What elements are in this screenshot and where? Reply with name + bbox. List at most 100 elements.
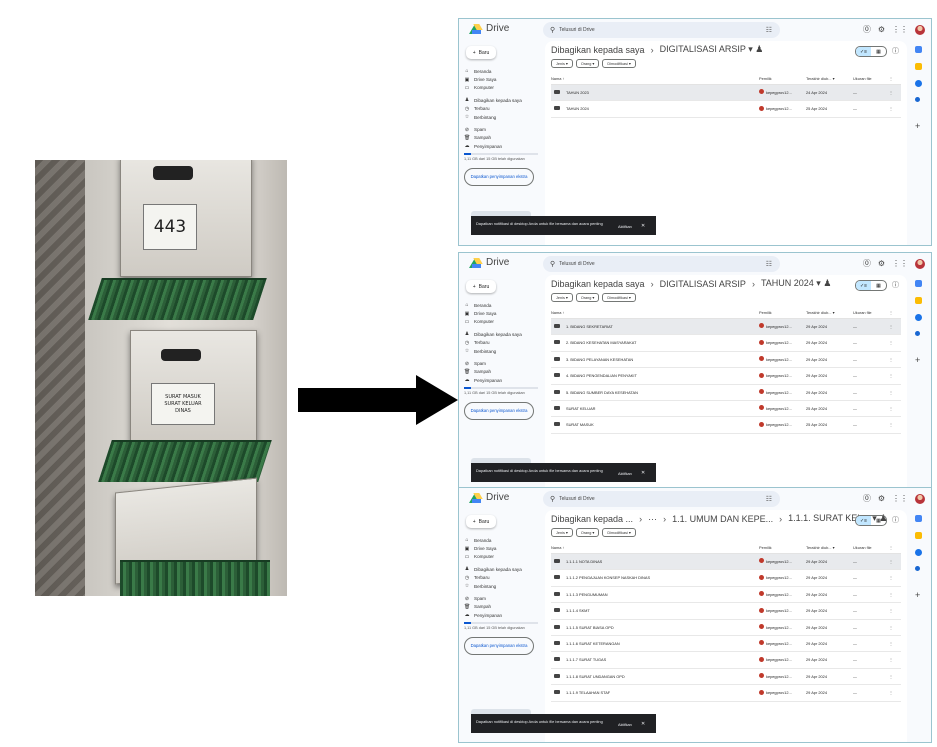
column-name[interactable]: Nama ↑ <box>551 545 564 550</box>
filter-chip[interactable]: Dimodifikasi ▾ <box>602 59 636 68</box>
calendar-icon[interactable] <box>915 515 922 522</box>
extra-storage-button[interactable]: Dapatkan penyimpanan ekstra <box>464 167 534 186</box>
list-view-icon[interactable]: ✓≡ <box>856 47 871 56</box>
search-input[interactable]: ⚲ Telusuri di Drive ☷ <box>543 491 780 507</box>
contacts-icon[interactable] <box>915 331 920 336</box>
keep-icon[interactable] <box>915 297 922 304</box>
more-actions-icon[interactable]: ⋮ <box>889 357 893 362</box>
breadcrumb-item[interactable]: 1.1. UMUM DAN KEPE... <box>672 514 773 524</box>
breadcrumb-item[interactable]: Dibagikan kepada saya <box>551 279 645 289</box>
drive-logo[interactable]: Drive <box>469 492 509 503</box>
drive-logo[interactable]: Drive <box>469 23 509 34</box>
toast-enable-button[interactable]: Aktifkan <box>618 471 632 476</box>
column-size[interactable]: Ukuran file <box>853 545 872 550</box>
calendar-icon[interactable] <box>915 46 922 53</box>
filter-chip[interactable]: Jenis ▾ <box>551 293 573 302</box>
sidebar-item-computer[interactable]: ▭ Komputer <box>464 318 544 326</box>
filter-chip[interactable]: Dimodifikasi ▾ <box>602 528 636 537</box>
sidebar-item-computer[interactable]: ▭ Komputer <box>464 553 544 561</box>
new-button[interactable]: + Baru <box>466 280 496 293</box>
keep-icon[interactable] <box>915 63 922 70</box>
table-row[interactable]: 1.1.1.5 SURAT BIASA OPD kepegprov12... 2… <box>551 620 901 636</box>
filter-chip[interactable]: Orang ▾ <box>575 293 600 302</box>
sidebar-item-drive[interactable]: ▣ Drive Saya <box>464 309 544 317</box>
sidebar-item-shared[interactable]: ♟ Dibagikan kepada saya <box>464 565 544 573</box>
close-icon[interactable]: ✕ <box>641 721 645 727</box>
table-row[interactable]: SURAT MASUK kepegprov12... 25 Apr 2024 —… <box>551 417 901 434</box>
more-actions-icon[interactable]: ⋮ <box>889 690 893 695</box>
filter-chip[interactable]: Orang ▾ <box>575 528 600 537</box>
table-row[interactable]: 1.1.1.8 SURAT UNDANGAN OPD kepegprov12..… <box>551 669 901 686</box>
filter-chip[interactable]: Dimodifikasi ▾ <box>602 293 636 302</box>
gear-icon[interactable]: ⚙ <box>878 25 885 34</box>
more-actions-icon[interactable]: ⋮ <box>889 559 893 564</box>
table-row[interactable]: 1.1.1.4 SKMT kepegprov12... 29 Apr 2024 … <box>551 603 901 620</box>
grid-view-icon[interactable]: ▦ <box>871 281 886 290</box>
table-row[interactable]: 1.1.1.7 SURAT TUGAS kepegprov12... 29 Ap… <box>551 652 901 669</box>
list-view-icon[interactable]: ✓≡ <box>856 516 871 525</box>
sidebar-item-shared[interactable]: ♟ Dibagikan kepada saya <box>464 330 544 338</box>
sidebar-item-shared[interactable]: ♟ Dibagikan kepada saya <box>464 96 544 104</box>
apps-grid-icon[interactable]: ⋮⋮ <box>892 25 908 34</box>
column-modified[interactable]: Terakhir diub... ▾ <box>806 310 835 315</box>
more-actions-icon[interactable]: ⋮ <box>889 373 893 378</box>
filter-chip[interactable]: Orang ▾ <box>575 59 600 68</box>
keep-icon[interactable] <box>915 532 922 539</box>
apps-grid-icon[interactable]: ⋮⋮ <box>892 259 908 268</box>
help-icon[interactable]: ⓪ <box>863 493 871 504</box>
help-icon[interactable]: ⓪ <box>863 24 871 35</box>
more-actions-icon[interactable]: ⋮ <box>889 575 893 580</box>
more-actions-icon[interactable]: ⋮ <box>889 90 893 95</box>
grid-view-icon[interactable]: ▦ <box>871 47 886 56</box>
column-options-icon[interactable]: ⋮ <box>889 545 893 550</box>
sidebar-item-star[interactable]: ☆ Berbintang <box>464 582 544 590</box>
view-toggle[interactable]: ✓≡ ▦ <box>855 280 887 291</box>
table-row[interactable]: 1. BIDANG SEKRETARIAT kepegprov12... 29 … <box>551 319 901 336</box>
info-icon[interactable]: ⓘ <box>892 280 899 290</box>
sidebar-item-home[interactable]: ⌂ Beranda <box>464 536 544 544</box>
gear-icon[interactable]: ⚙ <box>878 494 885 503</box>
more-actions-icon[interactable]: ⋮ <box>889 406 893 411</box>
more-actions-icon[interactable]: ⋮ <box>889 422 893 427</box>
sidebar-item-trash[interactable]: 🗑 Sampah <box>464 368 544 376</box>
view-toggle[interactable]: ✓≡ ▦ <box>855 515 887 526</box>
search-input[interactable]: ⚲ Telusuri di Drive ☷ <box>543 22 780 38</box>
sidebar-item-trash[interactable]: 🗑 Sampah <box>464 603 544 611</box>
more-actions-icon[interactable]: ⋮ <box>889 674 893 679</box>
new-button[interactable]: + Baru <box>466 515 496 528</box>
sidebar-item-star[interactable]: ☆ Berbintang <box>464 113 544 121</box>
search-options-icon[interactable]: ☷ <box>766 26 772 34</box>
search-options-icon[interactable]: ☷ <box>766 260 772 268</box>
list-view-icon[interactable]: ✓≡ <box>856 281 871 290</box>
column-name[interactable]: Nama ↑ <box>551 310 564 315</box>
more-actions-icon[interactable]: ⋮ <box>889 324 893 329</box>
sidebar-item-star[interactable]: ☆ Berbintang <box>464 347 544 355</box>
sidebar-item-home[interactable]: ⌂ Beranda <box>464 67 544 75</box>
new-button[interactable]: + Baru <box>466 46 496 59</box>
table-row[interactable]: 1.1.1.1 NOTA DINAS kepegprov12... 29 Apr… <box>551 554 901 571</box>
apps-grid-icon[interactable]: ⋮⋮ <box>892 494 908 503</box>
add-addon-icon[interactable]: + <box>915 121 920 131</box>
more-actions-icon[interactable]: ⋮ <box>889 657 893 662</box>
table-row[interactable]: 1.1.1.3 PENGUMUMAN kepegprov12... 29 Apr… <box>551 587 901 604</box>
more-actions-icon[interactable]: ⋮ <box>889 641 893 646</box>
filter-chip[interactable]: Jenis ▾ <box>551 59 573 68</box>
sidebar-item-clock[interactable]: ◷ Terbaru <box>464 105 544 113</box>
close-icon[interactable]: ✕ <box>641 223 645 229</box>
sidebar-item-spam[interactable]: ⊘ Spam <box>464 359 544 367</box>
tasks-icon[interactable] <box>915 80 922 87</box>
contacts-icon[interactable] <box>915 97 920 102</box>
info-icon[interactable]: ⓘ <box>892 46 899 56</box>
sidebar-item-clock[interactable]: ◷ Terbaru <box>464 574 544 582</box>
add-addon-icon[interactable]: + <box>915 590 920 600</box>
toast-enable-button[interactable]: Aktifkan <box>618 722 632 727</box>
table-row[interactable]: 1.1.1.9 TELAAHAN STAF kepegprov12... 29 … <box>551 685 901 702</box>
gear-icon[interactable]: ⚙ <box>878 259 885 268</box>
sidebar-item-cloud[interactable]: ☁ Penyimpanan <box>464 376 544 384</box>
breadcrumb-item[interactable]: DIGITALISASI ARSIP <box>660 279 746 289</box>
close-icon[interactable]: ✕ <box>641 470 645 476</box>
help-icon[interactable]: ⓪ <box>863 258 871 269</box>
column-options-icon[interactable]: ⋮ <box>889 76 893 81</box>
drive-logo[interactable]: Drive <box>469 257 509 268</box>
column-owner[interactable]: Pemilik <box>759 545 772 550</box>
